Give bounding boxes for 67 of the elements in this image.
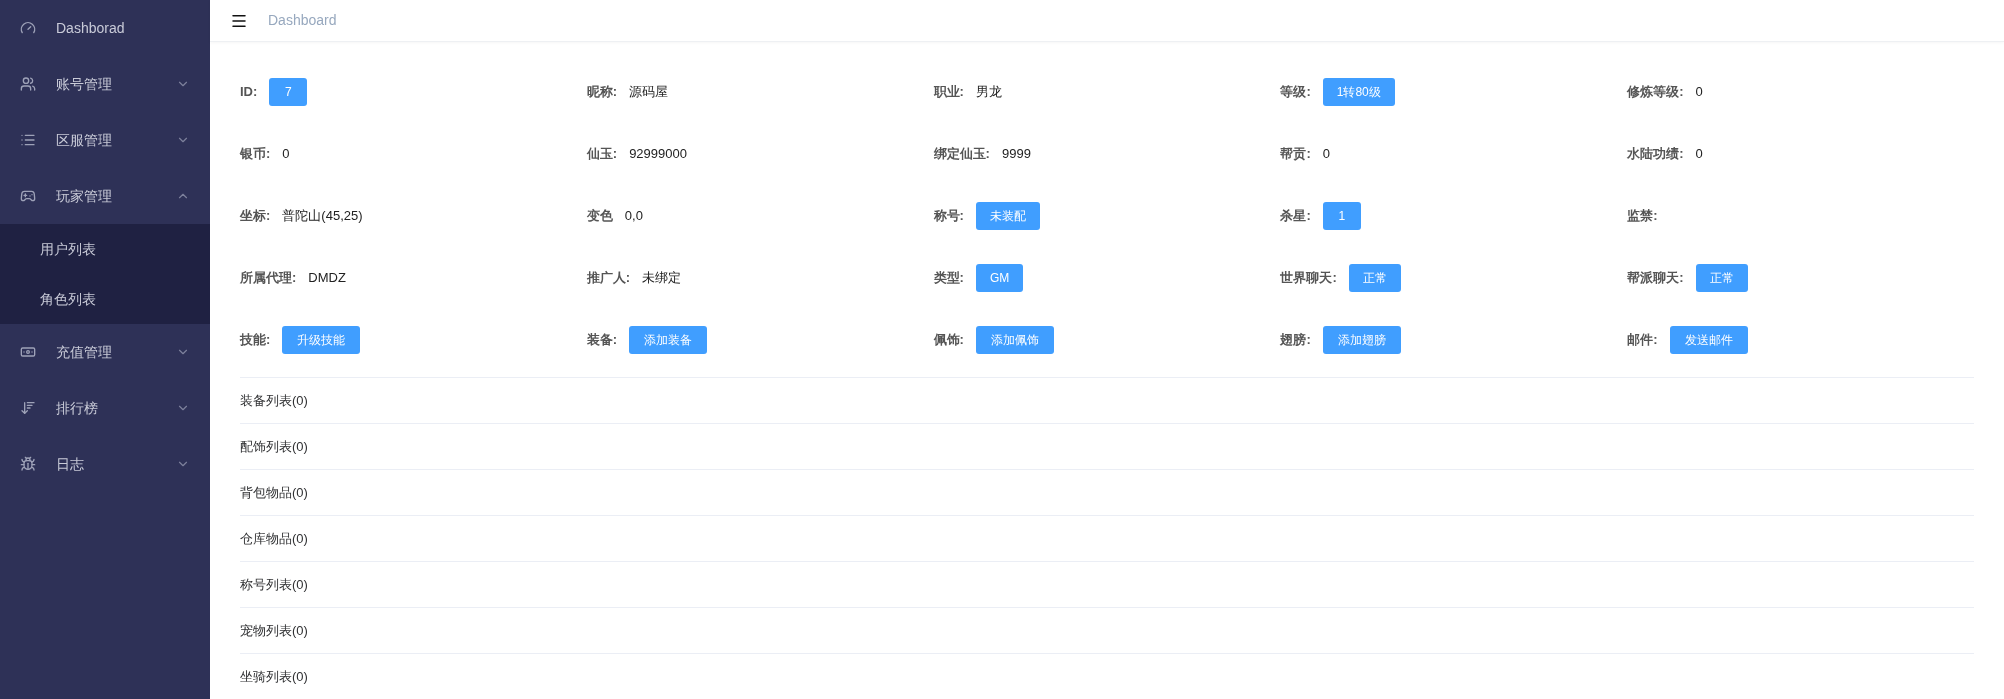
section-header[interactable]: 宠物列表(0) xyxy=(240,620,308,641)
field-value: 0 xyxy=(1695,83,1703,102)
field-label: 所属代理: xyxy=(240,269,297,288)
value-badge: 未装配 xyxy=(975,202,1040,230)
field-label: 修炼等级: xyxy=(1627,83,1684,102)
sidebar-item[interactable]: Dashborad xyxy=(0,0,210,56)
field-label: 帮派聊天: xyxy=(1627,269,1684,288)
sidebar-item[interactable]: 日志 xyxy=(0,436,210,492)
submenu-item[interactable]: 用户列表 xyxy=(0,224,210,274)
field-value: 0,0 xyxy=(624,207,643,226)
field-value: 0 xyxy=(1322,145,1330,164)
users-icon xyxy=(20,76,36,92)
value-badge: 1 xyxy=(1322,202,1361,230)
field-label: 邮件: xyxy=(1627,331,1658,350)
field-label: 昵称: xyxy=(586,83,618,102)
submenu-item[interactable]: 角色列表 xyxy=(0,274,210,324)
field-label: 仙玉: xyxy=(586,145,618,164)
field-label: 变色 xyxy=(586,207,613,226)
field-label: 世界聊天: xyxy=(1280,269,1337,288)
field-label: 杀星: xyxy=(1280,207,1311,226)
field-value: 0 xyxy=(282,145,290,164)
field-label: 类型: xyxy=(933,269,964,288)
field-label: 推广人: xyxy=(586,269,631,288)
gauge-icon xyxy=(20,20,36,36)
sort-icon xyxy=(20,400,36,416)
field-label: 称号: xyxy=(933,207,964,226)
field-value: DMDZ xyxy=(308,269,346,288)
sidebar-item[interactable]: 排行榜 xyxy=(0,380,210,436)
field-value: 未绑定 xyxy=(642,269,682,288)
field-value: 普陀山(45,25) xyxy=(282,207,363,226)
sidebar-item[interactable]: 账号管理 xyxy=(0,56,210,112)
field-value: 0 xyxy=(1695,145,1703,164)
sidebar-item[interactable]: 玩家管理 xyxy=(0,168,210,224)
value-badge: 正常 xyxy=(1348,264,1401,292)
value-badge: 1转80级 xyxy=(1322,78,1395,106)
field-label: 绑定仙玉: xyxy=(933,145,990,164)
section-header[interactable]: 装备列表(0) xyxy=(240,390,308,411)
list-icon xyxy=(20,132,36,148)
section-header[interactable]: 背包物品(0) xyxy=(240,482,308,503)
section-header[interactable]: 坐骑列表(0) xyxy=(240,666,308,687)
field-value: 男龙 xyxy=(975,83,1002,102)
gamepad-icon xyxy=(20,188,36,204)
bug-icon xyxy=(20,456,36,472)
field-label: 等级: xyxy=(1280,83,1311,102)
field-label: 佩饰: xyxy=(933,331,964,350)
field-label: 帮贡: xyxy=(1280,145,1311,164)
field-label: ID: xyxy=(240,83,258,102)
value-badge: 正常 xyxy=(1695,264,1748,292)
sidebar-item[interactable]: 充值管理 xyxy=(0,324,210,380)
field-value: 9999 xyxy=(1001,145,1031,164)
field-value: 92999000 xyxy=(629,145,687,164)
field-label: 装备: xyxy=(586,331,618,350)
field-label: 水陆功绩: xyxy=(1627,145,1684,164)
field-label: 监禁: xyxy=(1627,207,1658,226)
field-label: 坐标: xyxy=(240,207,271,226)
section-header[interactable]: 配饰列表(0) xyxy=(240,436,308,457)
field-value: 源码屋 xyxy=(629,83,669,102)
field-label: 银币: xyxy=(240,145,271,164)
section-header[interactable]: 仓库物品(0) xyxy=(240,528,308,549)
sidebar-item[interactable]: 区服管理 xyxy=(0,112,210,168)
value-badge: 7 xyxy=(269,78,308,106)
banknote-icon xyxy=(20,344,36,360)
field-label: 技能: xyxy=(240,331,271,350)
field-label: 职业: xyxy=(933,83,964,102)
field-label: 翅膀: xyxy=(1280,331,1311,350)
value-badge: GM xyxy=(975,264,1024,292)
section-header[interactable]: 称号列表(0) xyxy=(240,574,308,595)
